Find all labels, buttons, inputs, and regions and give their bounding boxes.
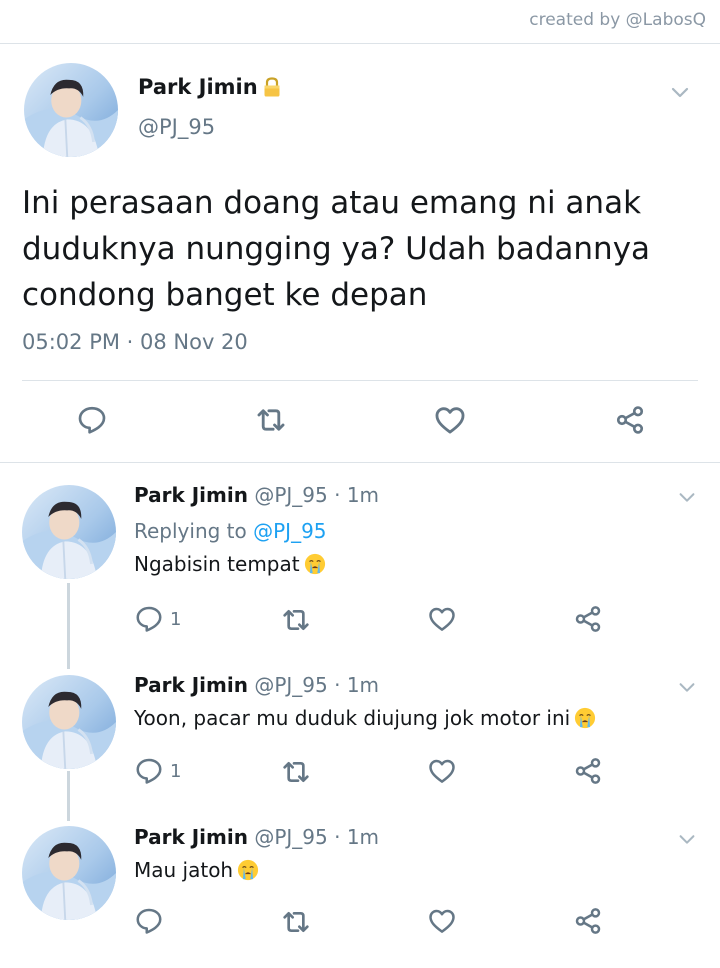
reply-header: Park Jimin @PJ_95 · 1m — [134, 825, 379, 849]
retweet-icon — [280, 906, 312, 938]
share-icon — [614, 404, 646, 436]
author-name[interactable]: Park Jimin — [138, 74, 284, 100]
like-button[interactable] — [427, 756, 457, 786]
author-name[interactable]: Park Jimin — [134, 825, 248, 849]
share-icon — [573, 756, 603, 786]
reply-count: 1 — [170, 608, 182, 630]
chevron-down-icon[interactable] — [676, 828, 698, 850]
share-button[interactable] — [573, 604, 603, 634]
reply-button[interactable] — [70, 398, 114, 442]
divider — [22, 380, 698, 381]
author-handle[interactable]: @PJ_95 — [138, 115, 215, 139]
crying-face-emoji — [304, 553, 326, 575]
share-button[interactable] — [608, 398, 652, 442]
reply-text-content: Ngabisin tempat — [134, 552, 300, 576]
crying-face-emoji — [574, 707, 596, 729]
chevron-down-icon[interactable] — [668, 80, 692, 104]
reply-icon — [76, 404, 108, 436]
share-button[interactable] — [573, 906, 603, 936]
share-button[interactable] — [573, 756, 603, 786]
author-handle-time[interactable]: @PJ_95 · 1m — [254, 825, 379, 849]
reply-text: Mau jatoh — [134, 858, 259, 882]
credit-text: created by @LabosQ — [529, 10, 706, 30]
reply-icon — [134, 906, 164, 936]
reply-button[interactable]: 1 — [134, 756, 181, 786]
like-button[interactable] — [427, 604, 457, 634]
tweet-timestamp[interactable]: 05:02 PM · 08 Nov 20 — [22, 330, 248, 354]
avatar[interactable] — [22, 826, 116, 920]
reply-icon — [134, 756, 164, 786]
reply-button[interactable]: 1 — [134, 604, 181, 634]
retweet-icon — [280, 604, 312, 636]
avatar[interactable] — [22, 485, 116, 579]
retweet-icon — [254, 403, 288, 437]
retweet-icon — [280, 756, 312, 788]
replying-prefix: Replying to — [134, 519, 247, 543]
thread-connector — [67, 771, 70, 821]
reply-count: 1 — [170, 760, 182, 782]
author-name[interactable]: Park Jimin — [134, 673, 248, 697]
author-name[interactable]: Park Jimin — [134, 483, 248, 507]
reply-icon — [134, 604, 164, 634]
heart-icon — [427, 906, 457, 936]
reply-text-content: Mau jatoh — [134, 858, 234, 882]
heart-icon — [427, 604, 457, 634]
reply-text-content: Yoon, pacar mu duduk diujung jok motor i… — [134, 706, 571, 730]
author-handle-time[interactable]: @PJ_95 · 1m — [254, 673, 379, 697]
reply-button[interactable] — [134, 906, 170, 936]
heart-icon — [433, 403, 467, 437]
chevron-down-icon[interactable] — [676, 676, 698, 698]
retweet-button[interactable] — [249, 398, 293, 442]
replying-to: Replying to @PJ_95 — [134, 519, 327, 543]
reply-text: Yoon, pacar mu duduk diujung jok motor i… — [134, 706, 596, 730]
reply-header: Park Jimin @PJ_95 · 1m — [134, 483, 379, 507]
tweet-actions — [0, 398, 720, 442]
author-name-text: Park Jimin — [138, 75, 258, 99]
header-divider — [0, 43, 720, 44]
retweet-button[interactable] — [280, 604, 312, 636]
reply-text: Ngabisin tempat — [134, 552, 326, 576]
share-icon — [573, 604, 603, 634]
share-icon — [573, 906, 603, 936]
lock-icon — [260, 74, 284, 100]
like-button[interactable] — [427, 906, 457, 936]
avatar[interactable] — [24, 63, 118, 157]
tweet-text: Ini perasaan doang atau emang ni anak du… — [22, 185, 651, 313]
author-handle-time[interactable]: @PJ_95 · 1m — [254, 483, 379, 507]
heart-icon — [427, 756, 457, 786]
reply-header: Park Jimin @PJ_95 · 1m — [134, 673, 379, 697]
chevron-down-icon[interactable] — [676, 486, 698, 508]
retweet-button[interactable] — [280, 906, 312, 938]
thread-connector — [67, 583, 70, 669]
replying-to-link[interactable]: @PJ_95 — [253, 519, 326, 543]
avatar[interactable] — [22, 675, 116, 769]
retweet-button[interactable] — [280, 756, 312, 788]
crying-face-emoji — [237, 859, 259, 881]
divider — [0, 462, 720, 463]
like-button[interactable] — [428, 398, 472, 442]
